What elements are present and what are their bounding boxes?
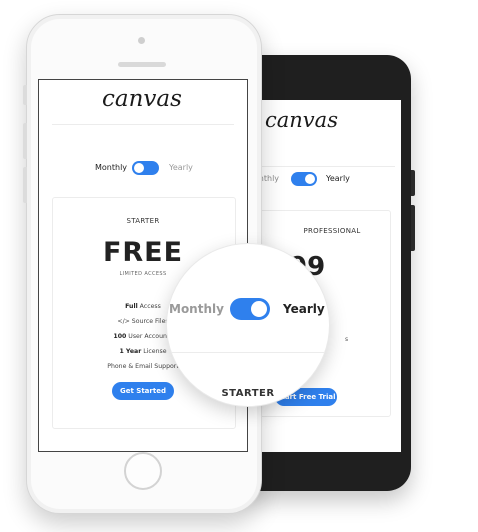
- billing-yearly-label: Yearly: [326, 174, 350, 183]
- billing-toggle[interactable]: [291, 172, 317, 186]
- plan-name: PROFESSIONAL: [303, 227, 361, 235]
- phone-side-button: [411, 170, 415, 196]
- earpiece-speaker: [118, 62, 166, 67]
- magnified-yearly-label: Yearly: [283, 302, 325, 316]
- billing-toggle[interactable]: [132, 161, 159, 175]
- magnified-monthly-label: Monthly: [169, 302, 224, 316]
- phone-mute-switch: [23, 85, 27, 105]
- header-divider: [259, 166, 395, 167]
- toggle-knob: [251, 301, 267, 317]
- phone-volume-button: [411, 205, 415, 251]
- billing-monthly-label: Monthly: [95, 163, 128, 172]
- header-divider: [52, 124, 234, 125]
- canvas-logo: canvas: [102, 86, 182, 112]
- home-button[interactable]: [124, 452, 162, 490]
- billing-yearly-label: Yearly: [169, 163, 193, 172]
- plan-name: STARTER: [126, 217, 160, 225]
- canvas-logo: canvas: [265, 108, 338, 132]
- toggle-knob: [134, 163, 144, 173]
- magnified-billing-toggle[interactable]: [230, 298, 270, 320]
- magnified-plan-name: STARTER: [221, 388, 275, 399]
- plan-feature-partial: s: [345, 336, 349, 343]
- phone-volume-down: [23, 167, 27, 203]
- front-camera: [138, 37, 145, 44]
- zoom-magnifier: Monthly Yearly STARTER: [166, 243, 330, 407]
- toggle-knob: [305, 174, 315, 184]
- get-started-button[interactable]: Get Started: [112, 382, 174, 400]
- phone-volume-up: [23, 123, 27, 159]
